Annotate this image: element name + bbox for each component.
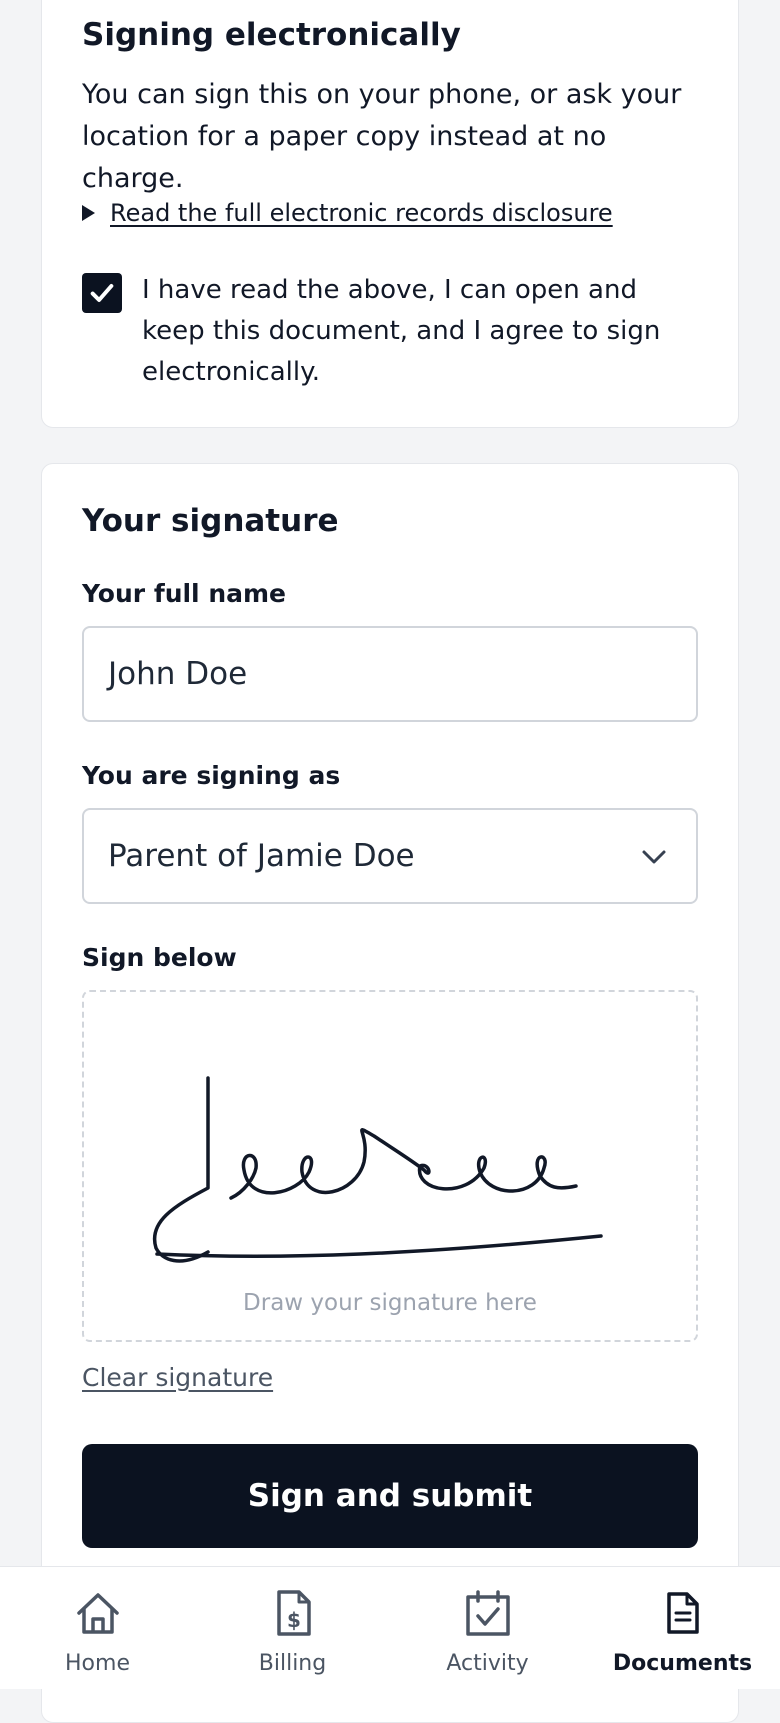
signature-pad-hint: Draw your signature here — [243, 1290, 537, 1316]
sign-and-submit-button[interactable]: Sign and submit — [82, 1444, 698, 1548]
consent-heading: Signing electronically — [82, 17, 461, 53]
bottom-tab-bar: Home $ Billing Activity Documents — [0, 1566, 780, 1689]
signing-as-value: Parent of Jamie Doe — [108, 838, 415, 874]
consent-checkbox[interactable] — [82, 273, 122, 313]
full-name-label: Your full name — [82, 579, 287, 608]
svg-text:$: $ — [287, 1608, 301, 1632]
sign-and-submit-label: Sign and submit — [247, 1478, 533, 1514]
tab-home[interactable]: Home — [0, 1567, 195, 1689]
tab-documents[interactable]: Documents — [585, 1567, 780, 1689]
full-name-value: John Doe — [108, 656, 248, 692]
tab-activity-label: Activity — [446, 1651, 529, 1676]
checkmark-icon — [90, 284, 114, 302]
signature-drawing — [152, 1076, 603, 1263]
sign-below-label: Sign below — [82, 943, 237, 972]
chevron-down-icon — [642, 850, 666, 864]
disclosure-triangle-icon — [82, 205, 95, 221]
tab-activity[interactable]: Activity — [390, 1567, 585, 1689]
activity-icon — [465, 1590, 510, 1636]
tab-documents-label: Documents — [612, 1651, 753, 1676]
signature-heading: Your signature — [82, 503, 339, 539]
tab-home-label: Home — [65, 1651, 130, 1676]
signing-as-select[interactable]: Parent of Jamie Doe — [82, 808, 698, 904]
tab-billing-label: Billing — [258, 1651, 327, 1676]
disclosure-toggle[interactable]: Read the full electronic records disclos… — [82, 198, 613, 228]
disclosure-link[interactable]: Read the full electronic records disclos… — [110, 198, 613, 228]
home-icon — [76, 1593, 119, 1634]
billing-icon: $ — [276, 1590, 311, 1636]
consent-checkbox-label: I have read the above, I can open and ke… — [142, 275, 661, 387]
tab-billing[interactable]: $ Billing — [195, 1567, 390, 1689]
signature-pad[interactable]: Draw your signature here — [82, 990, 698, 1342]
clear-signature-link[interactable]: Clear signature — [82, 1363, 273, 1392]
consent-body: You can sign this on your phone, or ask … — [82, 79, 682, 194]
full-name-input[interactable]: John Doe — [82, 626, 698, 722]
documents-icon — [666, 1592, 699, 1634]
signing-as-label: You are signing as — [82, 761, 341, 790]
